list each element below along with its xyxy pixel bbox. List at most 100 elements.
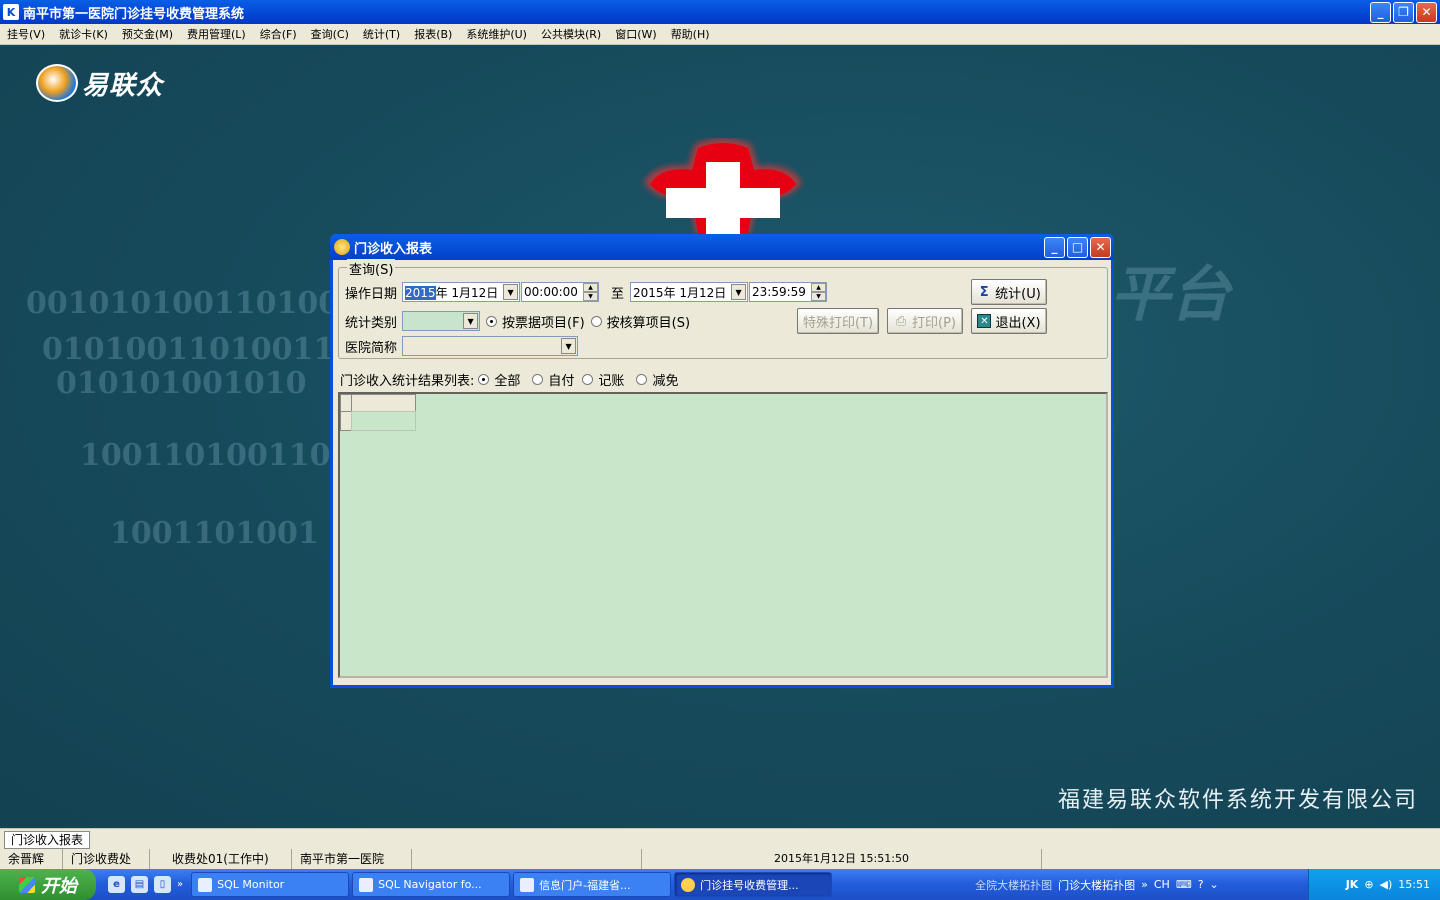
menu-general[interactable]: 综合(F) — [253, 24, 304, 45]
end-time-value: 23:59:59 — [752, 285, 806, 299]
chevron-down-icon[interactable]: ▼ — [561, 338, 577, 354]
end-time-field[interactable]: 23:59:59 ▲ ▼ — [749, 282, 828, 302]
volume-icon[interactable]: ◀) — [1380, 878, 1393, 891]
stat-type-select[interactable]: ▼ — [402, 311, 481, 331]
radio-accounting-items[interactable]: 按核算项目(S) — [590, 312, 690, 331]
hospital-select[interactable]: ▼ — [402, 336, 579, 356]
mdi-tab-income-report[interactable]: 门诊收入报表 — [4, 831, 91, 849]
binary-decoration: 010101001010 — [56, 366, 307, 401]
filter-self-pay-radio[interactable]: 自付 — [532, 370, 574, 389]
end-time-spinner[interactable]: ▲ ▼ — [811, 283, 827, 301]
exit-icon: ✕ — [977, 314, 992, 328]
status-user: 余晋辉 — [0, 849, 63, 869]
menu-statistics[interactable]: 统计(T) — [356, 24, 407, 45]
topology-link-1[interactable]: 全院大楼拓扑图 — [975, 877, 1052, 893]
op-date-row: 操作日期 2015年 1月12日 ▼ 00:00:00 ▲ ▼ 至 2015年 1… — [345, 282, 828, 302]
background-text: 平台 — [1110, 260, 1230, 330]
stat-button[interactable]: Σ 统计(U) — [971, 279, 1047, 305]
end-date-picker[interactable]: 2015年 1月12日 ▼ — [630, 282, 749, 302]
query-group-label: 查询(S) — [347, 259, 396, 278]
menu-card[interactable]: 就诊卡(K) — [52, 24, 115, 45]
menu-help[interactable]: 帮助(H) — [664, 24, 717, 45]
jk-icon[interactable]: JK — [1346, 878, 1359, 891]
task-registration-system[interactable]: 门诊挂号收费管理... — [674, 872, 833, 897]
menu-query[interactable]: 查询(C) — [304, 24, 356, 45]
menu-fee-management[interactable]: 费用管理(L) — [180, 24, 253, 45]
menu-window[interactable]: 窗口(W) — [608, 24, 663, 45]
minimize-button[interactable]: _ — [1370, 1, 1391, 23]
status-window: 收费处01(工作中) — [150, 849, 292, 869]
binary-decoration: 0010101001101001 — [26, 286, 360, 321]
chevron-down-icon[interactable]: ▼ — [503, 284, 519, 300]
radio-invoice-items[interactable]: 按票据项目(F) — [486, 312, 585, 331]
windows-taskbar: 开始 e ▤ ▯ » SQL Monitor SQL Navigator fo.… — [0, 869, 1440, 900]
dialog-close-button[interactable]: ✕ — [1090, 236, 1111, 258]
start-time-spinner[interactable]: ▲ ▼ — [583, 283, 599, 301]
menu-reports[interactable]: 报表(B) — [407, 24, 459, 45]
stat-type-label: 统计类别 — [345, 315, 398, 331]
clock: 15:51 — [1398, 878, 1430, 891]
filter-exempt-radio[interactable]: 减免 — [636, 370, 678, 389]
start-date-picker[interactable]: 2015年 1月12日 ▼ — [402, 282, 521, 302]
app-icon: K — [3, 4, 19, 20]
close-button[interactable]: ✕ — [1416, 1, 1437, 23]
start-date-year: 2015 — [405, 285, 436, 300]
company-name: 福建易联众软件系统开发有限公司 — [1057, 788, 1418, 813]
chevron-down-icon[interactable]: ▼ — [463, 313, 479, 329]
end-date-value: 2015年 1月12日 — [633, 285, 727, 300]
book-icon[interactable]: ▤ — [131, 876, 148, 893]
logo-text: 易联众 — [82, 70, 164, 101]
menu-system[interactable]: 系统维护(U) — [459, 24, 534, 45]
document-icon[interactable]: ▯ — [154, 876, 171, 893]
keyboard-icon[interactable]: ⌨ — [1176, 878, 1192, 891]
language-indicator[interactable]: CH — [1154, 878, 1170, 891]
hospital-label: 医院简称 — [345, 340, 398, 356]
windows-flag-icon — [19, 876, 35, 893]
income-report-dialog: 门诊收入报表 _ □ ✕ 查询(S) 操作日期 2015年 1月12日 ▼ 00… — [330, 234, 1114, 688]
printer-icon: ⎙ — [895, 313, 907, 329]
menu-deposit[interactable]: 预交金(M) — [115, 24, 180, 45]
filter-account-radio[interactable]: 记账 — [582, 370, 624, 389]
result-filter-row: 门诊收入统计结果列表: 全部 自付 记账 减免 — [340, 370, 678, 389]
task-label: SQL Navigator fo... — [378, 878, 482, 891]
start-time-value: 00:00:00 — [524, 285, 578, 299]
hospital-row: 医院简称 ▼ — [345, 336, 579, 356]
print-button[interactable]: ⎙ 打印(P) — [887, 308, 963, 334]
restore-button[interactable]: ❐ — [1393, 1, 1414, 23]
stat-type-row: 统计类别 ▼ 按票据项目(F) 按核算项目(S) — [345, 311, 690, 331]
chevron-right-icon[interactable]: » — [177, 879, 183, 890]
status-bar: 余晋辉 门诊收费处 收费处01(工作中) 南平市第一医院 2015年1月12日 … — [0, 849, 1440, 869]
ie-icon[interactable]: e — [108, 876, 125, 893]
chevron-right-icon[interactable]: » — [1141, 878, 1148, 891]
menu-public[interactable]: 公共模块(R) — [534, 24, 608, 45]
chevron-down-icon[interactable]: ⌄ — [1210, 878, 1219, 891]
filter-all-radio[interactable]: 全部 — [478, 370, 520, 389]
op-date-label: 操作日期 — [345, 286, 398, 302]
start-time-field[interactable]: 00:00:00 ▲ ▼ — [521, 282, 600, 302]
binary-decoration: 010100110100110 — [42, 332, 356, 367]
status-dept: 门诊收费处 — [63, 849, 150, 869]
menu-register[interactable]: 挂号(V) — [0, 24, 52, 45]
task-sql-monitor[interactable]: SQL Monitor — [191, 872, 350, 897]
filter-exempt-label: 减免 — [652, 374, 679, 389]
quick-launch: e ▤ ▯ » — [108, 876, 183, 893]
app-title: 南平市第一医院门诊挂号收费管理系统 — [23, 6, 245, 22]
topology-link-2[interactable]: 门诊大楼拓扑图 — [1058, 877, 1135, 893]
chevron-down-icon[interactable]: ▼ — [731, 284, 747, 300]
network-icon[interactable]: ⊕ — [1364, 878, 1373, 891]
task-label: 信息门户-福建省... — [539, 878, 631, 892]
grid-cell[interactable] — [351, 411, 416, 431]
special-print-button[interactable]: 特殊打印(T) — [797, 308, 879, 334]
task-label: SQL Monitor — [217, 878, 285, 891]
start-label: 开始 — [41, 875, 77, 897]
dialog-minimize-button[interactable]: _ — [1044, 236, 1065, 258]
help-icon[interactable]: ? — [1198, 878, 1204, 891]
dialog-maximize-button[interactable]: □ — [1067, 236, 1088, 258]
task-info-portal[interactable]: 信息门户-福建省... — [513, 872, 672, 897]
task-sql-navigator[interactable]: SQL Navigator fo... — [352, 872, 511, 897]
exit-button[interactable]: ✕ 退出(X) — [971, 308, 1047, 334]
start-date-rest: 年 1月12日 — [435, 285, 499, 300]
result-grid[interactable] — [338, 392, 1108, 678]
system-tray: JK ⊕ ◀) 15:51 — [1308, 869, 1440, 900]
start-button[interactable]: 开始 — [0, 869, 96, 900]
